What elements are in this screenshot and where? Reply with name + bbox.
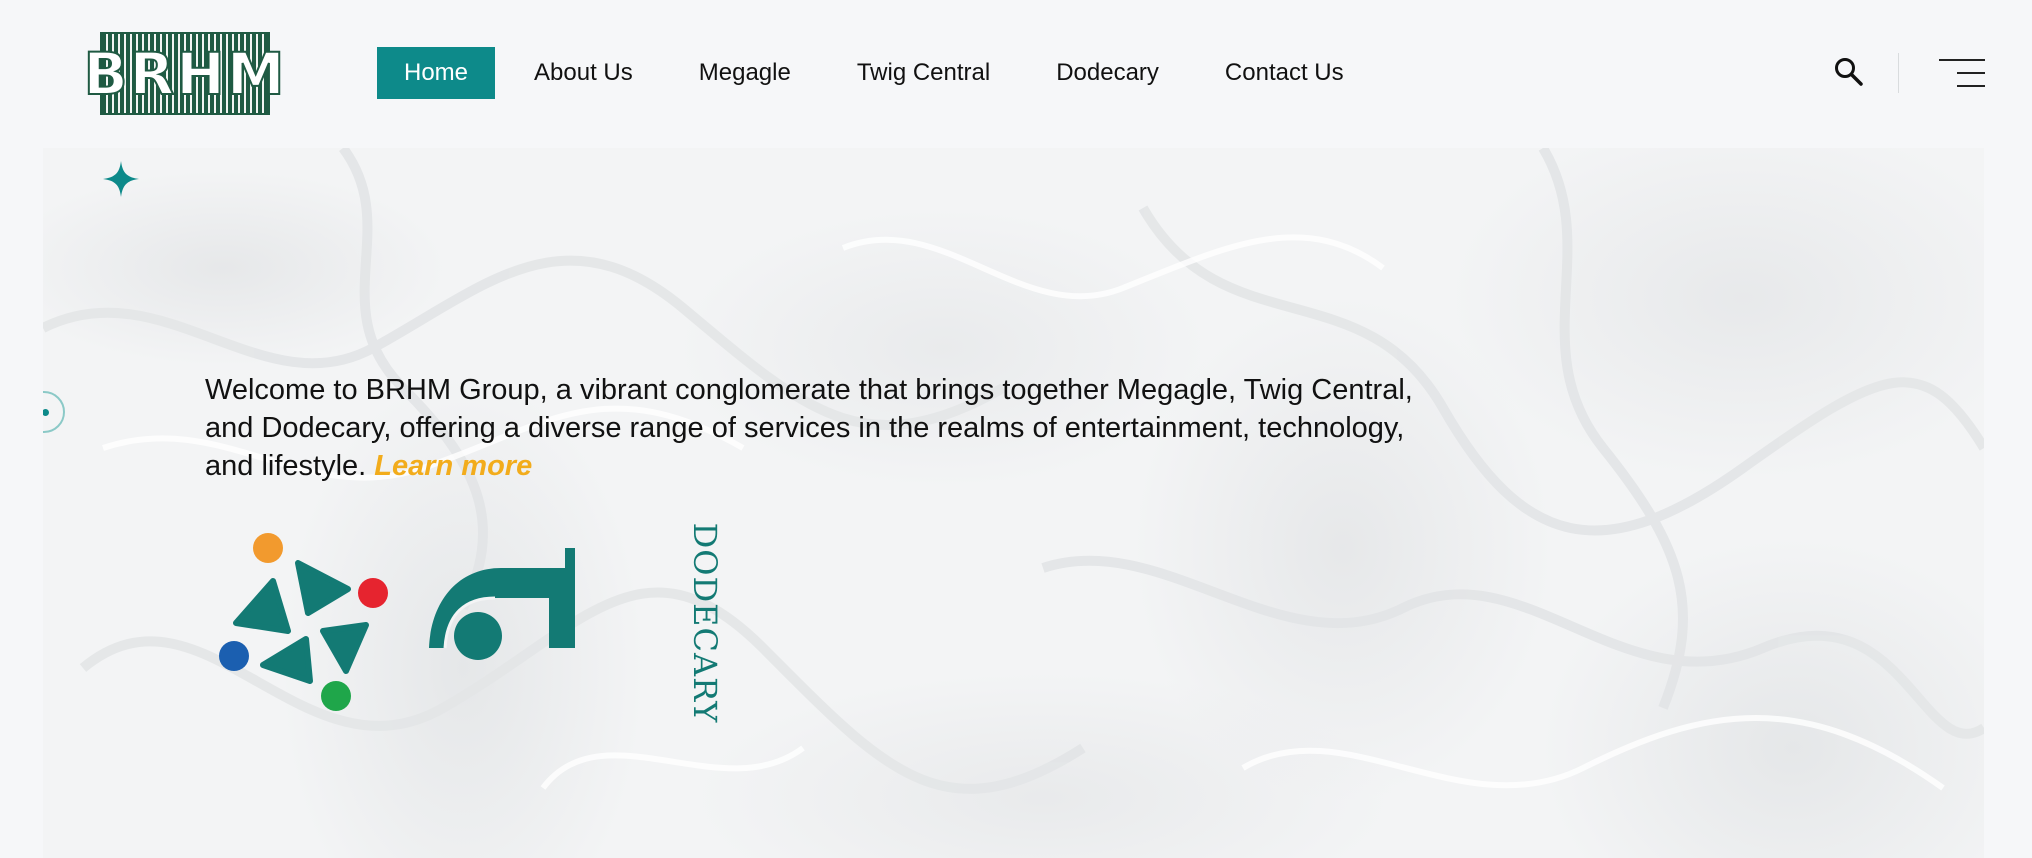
search-button[interactable] (1833, 56, 1865, 88)
logo-text: BRHM (82, 39, 287, 109)
marble-background (43, 148, 1984, 794)
nav-dodecary[interactable]: Dodecary (1029, 47, 1186, 99)
nav-home[interactable]: Home (377, 47, 496, 99)
nav-about-us[interactable]: About Us (507, 47, 660, 99)
search-icon (1835, 58, 1863, 86)
intro-text: Welcome to BRHM Group, a vibrant conglom… (205, 371, 1435, 485)
header-divider (1898, 53, 1899, 93)
learn-more-link[interactable]: Learn more (374, 450, 532, 482)
hamburger-menu-icon (1939, 59, 1985, 61)
sparkle-icon (103, 161, 139, 197)
dodecary-logo-text: DODECARY (686, 522, 724, 724)
nav-contact-us[interactable]: Contact Us (1198, 47, 1371, 99)
nav-megagle[interactable]: Megagle (672, 47, 818, 99)
brhm-logo[interactable]: BRHM (82, 32, 286, 115)
megagle-brand[interactable] (218, 531, 393, 714)
hamburger-menu-button[interactable] (1935, 57, 1985, 89)
twig-central-brand[interactable] (425, 546, 580, 666)
nav-twig-central[interactable]: Twig Central (830, 47, 1017, 99)
main-nav: Home About Us Megagle Twig Central Dodec… (377, 47, 1371, 99)
megagle-logo-icon (219, 533, 388, 711)
hero-section: Welcome to BRHM Group, a vibrant conglom… (43, 148, 1984, 858)
dodecary-brand[interactable]: DODECARY (680, 523, 730, 724)
twig-central-logo-icon (429, 548, 575, 660)
site-header: BRHM Home About Us Megagle Twig Central … (0, 0, 2032, 148)
page: BRHM Home About Us Megagle Twig Central … (0, 0, 2032, 858)
